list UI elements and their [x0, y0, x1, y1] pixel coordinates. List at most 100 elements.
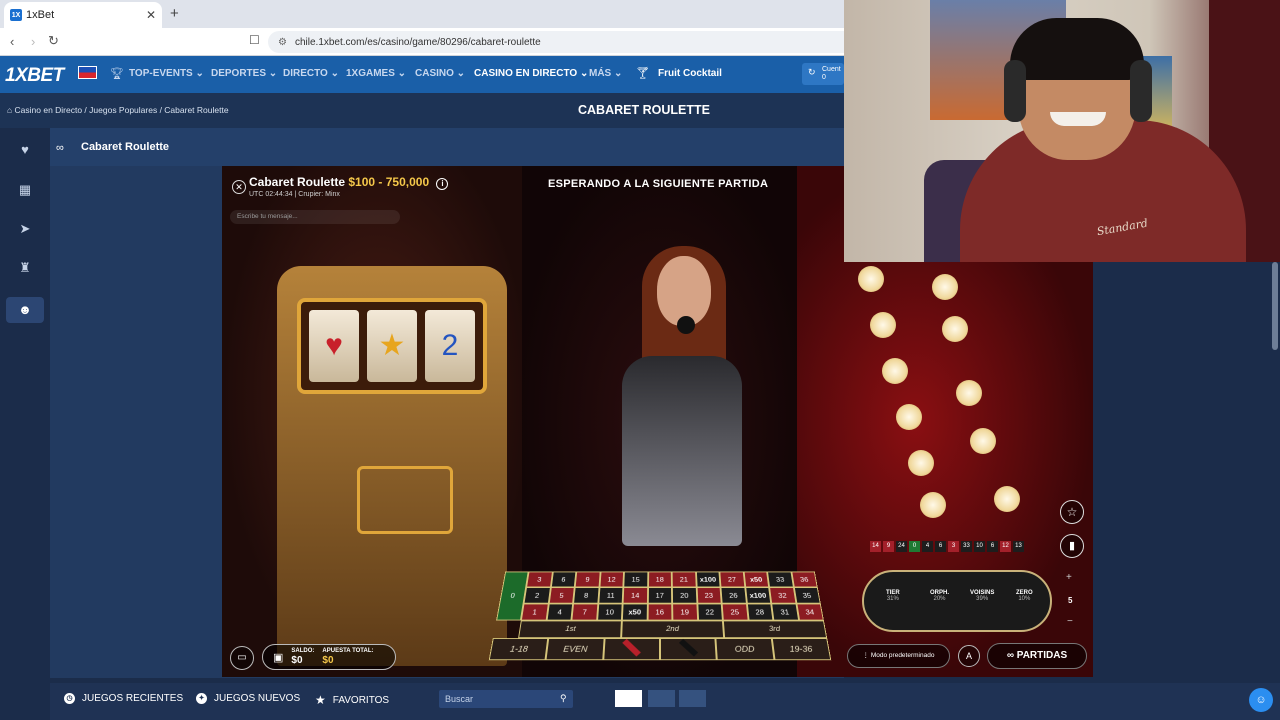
- tab-close-icon[interactable]: ✕: [146, 8, 156, 22]
- bet-number[interactable]: 2: [523, 587, 551, 604]
- bet-number[interactable]: x100: [744, 587, 772, 604]
- bet-number[interactable]: 34: [795, 603, 824, 621]
- site-logo[interactable]: 1XBET: [5, 65, 64, 87]
- bet-number[interactable]: 35: [793, 587, 821, 604]
- site-info-icon[interactable]: ⚙: [278, 37, 287, 48]
- bet-number[interactable]: x50: [743, 571, 770, 588]
- bet-number[interactable]: 22: [696, 603, 723, 621]
- bet-number[interactable]: 27: [719, 571, 745, 588]
- bet-red[interactable]: [602, 638, 660, 661]
- chat-bubble-icon[interactable]: ▭: [230, 646, 254, 670]
- bet-number[interactable]: 3: [526, 571, 553, 588]
- racetrack-orph[interactable]: ORPH. 20%: [930, 590, 949, 602]
- nav-mas[interactable]: MÁS ⌄: [589, 68, 622, 79]
- bet-number[interactable]: 4: [546, 603, 574, 621]
- home-icon[interactable]: ⌂: [7, 105, 12, 115]
- bet-even[interactable]: EVEN: [545, 638, 605, 661]
- bet-number[interactable]: 23: [696, 587, 722, 604]
- zoom-minus-icon[interactable]: −: [1067, 616, 1073, 627]
- nav-top-events[interactable]: TOP-EVENTS ⌄: [129, 68, 204, 79]
- bet-19-36[interactable]: 19-36: [771, 638, 832, 661]
- bet-number[interactable]: 15: [623, 571, 648, 588]
- trophy-icon[interactable]: ♜: [14, 257, 36, 279]
- view-toggle-medium[interactable]: [648, 690, 675, 707]
- bet-number[interactable]: 26: [720, 587, 747, 604]
- bet-number[interactable]: 32: [769, 587, 796, 604]
- browser-tab[interactable]: 1X 1xBet ✕: [4, 2, 162, 28]
- url-field[interactable]: ⚙ chile.1xbet.com/es/casino/game/80296/c…: [268, 31, 844, 53]
- nav-1xgames[interactable]: 1XGAMES ⌄: [346, 68, 406, 79]
- view-toggle-small[interactable]: [679, 690, 706, 707]
- bet-dozen-1[interactable]: 1st: [518, 620, 622, 639]
- bet-number[interactable]: 7: [571, 603, 598, 621]
- statistics-icon[interactable]: ▮: [1060, 534, 1084, 558]
- bet-number[interactable]: 8: [573, 587, 600, 604]
- recent-games-button[interactable]: ◷ JUEGOS RECIENTES: [64, 693, 183, 704]
- bet-number[interactable]: 21: [671, 571, 697, 588]
- partidas-button[interactable]: ∞ PARTIDAS: [987, 643, 1087, 669]
- favorites-button[interactable]: ★ FAVORITOS: [315, 693, 389, 707]
- default-mode-button[interactable]: ⋮ Modo predeterminado: [847, 644, 950, 668]
- support-chat-icon[interactable]: ☺: [1249, 688, 1273, 712]
- favorites-heart-icon[interactable]: ♥: [14, 139, 36, 161]
- bet-number[interactable]: 33: [767, 571, 794, 588]
- view-toggle-large[interactable]: [615, 690, 642, 707]
- bet-odd[interactable]: ODD: [715, 638, 775, 661]
- dozen-bets[interactable]: 1st 2nd 3rd: [518, 620, 828, 639]
- reload-icon[interactable]: ↻: [48, 33, 59, 49]
- bet-number[interactable]: 18: [647, 571, 672, 588]
- betting-table[interactable]: 0 3 6 9 12 15 18 21 x100 27 x50 33 36 2 5 8 11 14 17 20 23 2…: [488, 571, 832, 664]
- racetrack[interactable]: TIER 31% ORPH. 20% VOISINS 39% ZERO 10%: [862, 570, 1052, 632]
- bet-number[interactable]: 31: [771, 603, 799, 621]
- outside-bets[interactable]: 1-18 EVEN ODD 19-36: [488, 638, 832, 661]
- bookmark-icon[interactable]: ☐: [249, 33, 260, 47]
- bet-number[interactable]: 16: [647, 603, 673, 621]
- info-icon[interactable]: i: [436, 178, 449, 190]
- racetrack-voisins[interactable]: VOISINS 39%: [970, 590, 994, 602]
- page-scrollbar[interactable]: [1272, 262, 1278, 350]
- bet-number[interactable]: 20: [671, 587, 697, 604]
- bet-1-18[interactable]: 1-18: [488, 638, 549, 661]
- bet-number[interactable]: 1: [520, 603, 549, 621]
- chat-input[interactable]: Escribe tu mensaje...: [230, 210, 400, 224]
- favorite-star-icon[interactable]: ☆: [1060, 500, 1084, 524]
- new-games-button[interactable]: ✦ JUEGOS NUEVOS: [196, 693, 300, 704]
- search-input[interactable]: Buscar: [439, 690, 573, 708]
- bet-dozen-3[interactable]: 3rd: [722, 620, 828, 639]
- bet-number[interactable]: 36: [790, 571, 818, 588]
- live-casino-icon[interactable]: ☻: [6, 297, 44, 323]
- racetrack-tier[interactable]: TIER 31%: [886, 590, 900, 602]
- refresh-icon[interactable]: ↻: [808, 68, 816, 77]
- bet-number[interactable]: 5: [548, 587, 575, 604]
- bet-number[interactable]: 25: [721, 603, 749, 621]
- bet-number[interactable]: 9: [574, 571, 601, 588]
- account-balance-box[interactable]: ↻ Cuent 0: [802, 63, 844, 85]
- bet-black[interactable]: [659, 638, 718, 661]
- bet-number[interactable]: x50: [621, 603, 648, 621]
- zoom-plus-icon[interactable]: +: [1066, 572, 1072, 583]
- back-icon[interactable]: ‹: [10, 34, 14, 49]
- bet-number[interactable]: 11: [597, 587, 624, 604]
- nav-casino[interactable]: CASINO ⌄: [415, 68, 465, 79]
- nav-directo[interactable]: DIRECTO ⌄: [283, 68, 339, 79]
- nav-casino-en-directo[interactable]: CASINO EN DIRECTO ⌄: [474, 68, 588, 79]
- bet-dozen-2[interactable]: 2nd: [621, 620, 725, 639]
- bet-number[interactable]: x100: [695, 571, 721, 588]
- bet-number[interactable]: 12: [599, 571, 625, 588]
- racetrack-zero[interactable]: ZERO 10%: [1016, 590, 1033, 602]
- bet-number[interactable]: 10: [596, 603, 623, 621]
- bet-number[interactable]: 19: [672, 603, 698, 621]
- bet-number[interactable]: 28: [746, 603, 774, 621]
- forward-icon[interactable]: ›: [31, 34, 35, 49]
- bet-number[interactable]: 6: [550, 571, 577, 588]
- autoplay-button[interactable]: A: [958, 645, 980, 667]
- bet-number[interactable]: 17: [647, 587, 673, 604]
- nav-fruit-cocktail[interactable]: Fruit Cocktail: [658, 68, 722, 79]
- new-tab-icon[interactable]: +: [170, 5, 179, 22]
- close-game-icon[interactable]: ✕: [232, 180, 246, 194]
- breadcrumb-text[interactable]: Casino en Directo / Juegos Populares / C…: [15, 105, 229, 115]
- bet-number[interactable]: 14: [622, 587, 648, 604]
- nav-deportes[interactable]: DEPORTES ⌄: [211, 68, 277, 79]
- number-grid[interactable]: 3 6 9 12 15 18 21 x100 27 x50 33 36 2 5 8 11 14 17 20 23 26 x…: [520, 571, 824, 621]
- search-icon[interactable]: ⚲: [560, 693, 567, 704]
